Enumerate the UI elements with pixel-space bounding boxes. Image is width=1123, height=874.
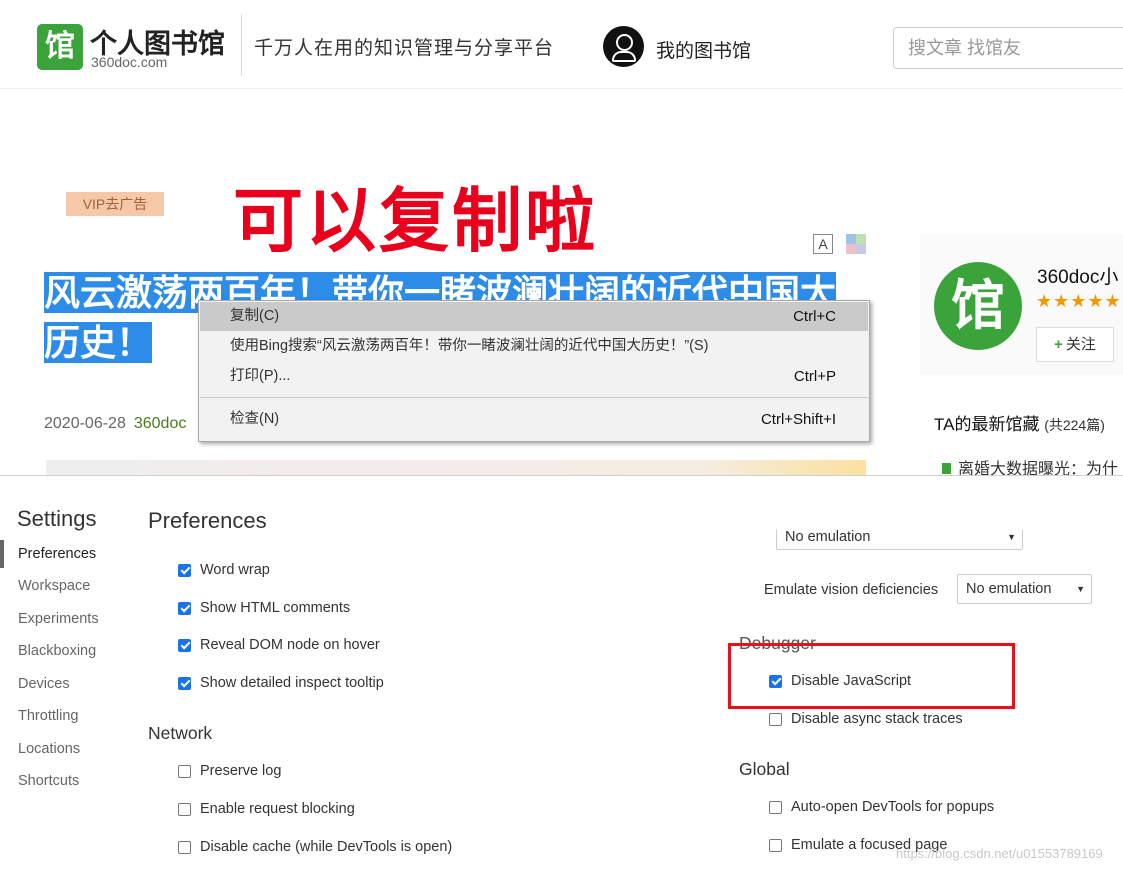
my-library-link[interactable]: 我的图书馆 xyxy=(656,36,751,63)
article-banner-image xyxy=(46,460,866,475)
disable-cache-checkbox[interactable]: Disable cache (while DevTools is open) xyxy=(178,839,452,855)
plus-icon: + xyxy=(1054,336,1063,353)
checkbox-unchecked[interactable] xyxy=(769,838,782,852)
highlight-annotation-box xyxy=(728,643,1015,709)
emulation-select-top[interactable]: No emulation ▼ xyxy=(776,529,1023,550)
disable-async-stack-checkbox[interactable]: Disable async stack traces xyxy=(769,711,963,727)
author-rating-stars: ★★★★★ xyxy=(1036,291,1122,311)
checkbox-unchecked[interactable] xyxy=(178,840,191,854)
latest-collection-heading: TA的最新馆藏 (共224篇) xyxy=(934,410,1105,435)
nav-item-preferences[interactable]: Preferences xyxy=(18,546,96,562)
chevron-down-icon: ▼ xyxy=(1007,532,1016,542)
network-heading: Network xyxy=(148,723,213,743)
checkbox-unchecked[interactable] xyxy=(178,802,191,816)
checkbox-label: Word wrap xyxy=(200,562,270,578)
inspect-tooltip-checkbox[interactable]: Show detailed inspect tooltip xyxy=(178,675,384,691)
checkbox-label: Reveal DOM node on hover xyxy=(200,637,380,653)
article-meta: 2020-06-28 360doc xyxy=(44,415,186,433)
follow-label: 关注 xyxy=(1065,336,1096,353)
article-date: 2020-06-28 xyxy=(44,415,126,432)
vip-remove-ads-button[interactable]: VIP去广告 xyxy=(66,192,164,216)
site-slogan: 千万人在用的知识管理与分享平台 xyxy=(254,37,555,59)
menu-item-label: 打印(P)... xyxy=(230,368,291,384)
overlay-caption: 可以复制啦 xyxy=(233,179,598,262)
menu-item-shortcut: Ctrl+Shift+I xyxy=(760,411,836,428)
checkbox-label: Disable cache (while DevTools is open) xyxy=(200,839,453,855)
word-wrap-checkbox[interactable]: Word wrap xyxy=(178,562,270,578)
checkbox-checked[interactable] xyxy=(178,601,191,615)
settings-title: Settings xyxy=(17,506,97,531)
context-menu: 复制(C) Ctrl+C 使用Bing搜索“风云激荡两百年！带你一睹波澜壮阔的近… xyxy=(198,300,870,442)
nav-item-experiments[interactable]: Experiments xyxy=(18,611,99,627)
nav-active-indicator xyxy=(0,540,4,568)
menu-item-inspect[interactable]: 检查(N) Ctrl+Shift+I xyxy=(200,405,868,434)
nav-item-locations[interactable]: Locations xyxy=(18,741,80,757)
checkbox-label: Disable async stack traces xyxy=(791,711,963,727)
author-name[interactable]: 360doc小 xyxy=(1037,262,1118,289)
header-divider xyxy=(241,14,242,76)
checkbox-label: Enable request blocking xyxy=(200,801,355,817)
request-blocking-checkbox[interactable]: Enable request blocking xyxy=(178,801,355,817)
select-value: No emulation xyxy=(785,529,871,545)
menu-item-print[interactable]: 打印(P)... Ctrl+P xyxy=(200,362,868,391)
reveal-dom-node-checkbox[interactable]: Reveal DOM node on hover xyxy=(178,637,380,653)
user-avatar-icon[interactable] xyxy=(603,26,644,67)
checkbox-label: Show detailed inspect tooltip xyxy=(200,675,384,691)
chevron-down-icon: ▼ xyxy=(1076,584,1085,594)
nav-item-devices[interactable]: Devices xyxy=(18,676,70,692)
article-source-link[interactable]: 360doc xyxy=(134,415,187,432)
checkbox-checked[interactable] xyxy=(178,676,191,690)
menu-item-label: 检查(N) xyxy=(230,411,280,427)
menu-item-copy[interactable]: 复制(C) Ctrl+C xyxy=(200,302,868,331)
global-heading: Global xyxy=(739,759,790,779)
auto-open-devtools-checkbox[interactable]: Auto-open DevTools for popups xyxy=(769,799,994,815)
site-logo-domain: 360doc.com xyxy=(91,54,168,70)
latest-count: (共224篇) xyxy=(1044,417,1105,433)
menu-item-shortcut: Ctrl+C xyxy=(793,308,836,325)
menu-item-bing-search[interactable]: 使用Bing搜索“风云激荡两百年！带你一睹波澜壮阔的近代中国大历史！”(S) xyxy=(200,332,868,361)
checkbox-label: Auto-open DevTools for popups xyxy=(791,799,995,815)
nav-item-blackboxing[interactable]: Blackboxing xyxy=(18,643,96,659)
author-avatar[interactable]: 馆 xyxy=(934,262,1022,350)
menu-item-label: 复制(C) xyxy=(230,308,280,324)
nav-item-throttling[interactable]: Throttling xyxy=(18,708,78,724)
vision-deficiencies-label: Emulate vision deficiencies xyxy=(764,582,939,598)
latest-title: TA的最新馆藏 xyxy=(934,415,1040,434)
select-value: No emulation xyxy=(966,581,1052,597)
menu-separator xyxy=(200,397,868,398)
show-html-comments-checkbox[interactable]: Show HTML comments xyxy=(178,600,350,616)
menu-item-label: 使用Bing搜索“风云激荡两百年！带你一睹波澜壮阔的近代中国大历史！”(S) xyxy=(230,338,709,354)
checkbox-label: Preserve log xyxy=(200,763,282,779)
checkbox-unchecked[interactable] xyxy=(178,764,191,778)
checkbox-checked[interactable] xyxy=(178,563,191,577)
site-header: 馆 个人图书馆 360doc.com 千万人在用的知识管理与分享平台 我的图书馆 xyxy=(0,0,1123,89)
checkbox-checked[interactable] xyxy=(178,638,191,652)
site-logo-icon[interactable]: 馆 xyxy=(37,24,83,70)
nav-item-workspace[interactable]: Workspace xyxy=(18,578,90,594)
skin-palette-icon[interactable] xyxy=(846,234,866,254)
search-box[interactable] xyxy=(893,27,1123,69)
follow-button[interactable]: + 关注 xyxy=(1036,327,1114,362)
latest-collection-item[interactable]: 离婚大数据曝光：为什 xyxy=(942,455,1118,475)
preferences-heading: Preferences xyxy=(148,508,267,533)
checkbox-unchecked[interactable] xyxy=(769,712,782,726)
webpage: 馆 个人图书馆 360doc.com 千万人在用的知识管理与分享平台 我的图书馆… xyxy=(0,0,1123,475)
preserve-log-checkbox[interactable]: Preserve log xyxy=(178,763,281,779)
vision-deficiencies-select[interactable]: No emulation ▼ xyxy=(957,574,1092,604)
menu-item-shortcut: Ctrl+P xyxy=(793,368,836,385)
checkbox-unchecked[interactable] xyxy=(769,800,782,814)
checkbox-label: Show HTML comments xyxy=(200,600,351,616)
watermark: https://blog.csdn.net/u01553789169 xyxy=(896,846,1103,861)
nav-item-shortcuts[interactable]: Shortcuts xyxy=(18,773,79,789)
search-input[interactable] xyxy=(906,28,1110,68)
font-size-icon[interactable]: A xyxy=(813,234,833,254)
